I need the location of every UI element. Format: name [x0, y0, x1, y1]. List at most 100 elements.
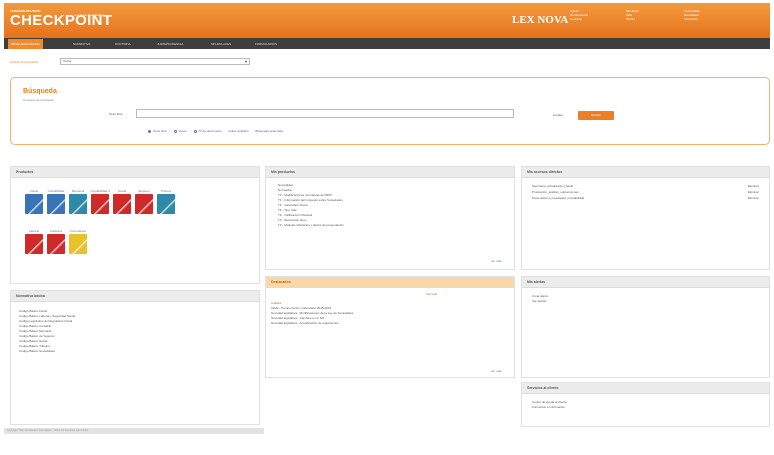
book-icon — [157, 194, 175, 214]
delete-link[interactable]: Eliminar — [748, 196, 759, 201]
search-button[interactable]: Buscar — [578, 111, 614, 120]
search-title: Búsqueda — [23, 88, 57, 95]
delete-link[interactable]: Eliminar — [748, 184, 759, 189]
list-item[interactable]: Ver alertas — [532, 299, 548, 304]
tab-normativa[interactable]: NORMATIVA — [70, 40, 93, 48]
scope-value: Todos — [63, 59, 72, 63]
novedades-list: Novedades Normativa TF - Modificaciones … — [278, 183, 344, 228]
more-link[interactable]: ver más — [491, 259, 502, 264]
book-icon — [25, 234, 43, 254]
product-item[interactable]: Laboral — [23, 229, 45, 254]
book-icon — [47, 234, 65, 254]
brand-subtitle: Lex Nova Atualizações — [74, 13, 105, 17]
list-item[interactable]: Formación e información — [532, 405, 567, 410]
shortcuts-panel: Mis accesos directos Seminario_actualiza… — [521, 166, 770, 270]
product-label: Mercantil — [71, 189, 85, 193]
radio-icon — [173, 129, 177, 133]
panel-title: Normativa básica — [11, 291, 259, 302]
product-item[interactable]: Formularios — [67, 229, 89, 254]
book-icon — [69, 194, 87, 214]
header-link[interactable]: Contacto — [570, 17, 588, 21]
product-item[interactable]: Mercantil — [67, 189, 89, 214]
novedades-panel: Mis productos Novedades Normativa TF - M… — [265, 166, 515, 270]
list-item[interactable]: TF - Modelos tributarios y plazos de pre… — [278, 223, 344, 228]
book-icon — [69, 234, 87, 254]
services-list: Centro de ayuda al cliente Formación e i… — [532, 400, 567, 410]
app-header: THOMSON REUTERS CHECKPOINT Lex Nova Atua… — [4, 3, 770, 38]
product-label: Social — [117, 189, 127, 193]
product-label: Tributos — [160, 189, 172, 193]
product-item[interactable]: Seguros — [133, 189, 155, 214]
more-link[interactable]: ver más — [491, 369, 502, 374]
product-item[interactable]: Social — [111, 189, 133, 214]
tab-jurisprudencia[interactable]: JURISPRUDENCIA — [154, 40, 186, 48]
destacados-list: Análisis Tabla - Tiempo fiscal y Calenda… — [271, 301, 353, 326]
book-icon — [47, 194, 65, 214]
product-label: Formularios — [70, 229, 86, 233]
search-options: Texto libre Voces Nº de documento Índice… — [148, 129, 289, 133]
tab-formularios[interactable]: FORMULARIOS — [252, 40, 280, 48]
delete-link[interactable]: Eliminar — [748, 190, 759, 195]
scope-label: Ámbito de búsqueda: — [10, 60, 39, 64]
destacados-panel: Destacados Ver todo Análisis Tabla - Tie… — [265, 276, 515, 378]
list-item[interactable]: Novedad legislativa - Actualización de r… — [271, 321, 353, 326]
product-label: Laboral — [28, 229, 39, 233]
tab-busqueda-rapida[interactable]: BÚSQUEDA RÁPIDA — [8, 39, 43, 49]
product-label: Contabilidad II — [90, 189, 110, 193]
product-label: Fiscal — [30, 189, 38, 193]
product-label: Auditoría — [49, 229, 62, 233]
panel-title: Servicios al cliente — [522, 383, 769, 394]
product-item[interactable]: Tributos — [155, 189, 177, 214]
main-nav: BÚSQUEDA RÁPIDA NORMATIVA DOCTRINA JURIS… — [4, 38, 770, 49]
tab-mis-enlaces[interactable]: MIS ENLACES — [208, 40, 234, 48]
clear-link[interactable]: Limpiar — [553, 113, 563, 117]
header-link[interactable]: Idioma — [626, 17, 639, 21]
services-panel: Servicios al cliente Centro de ayuda al … — [521, 382, 770, 427]
product-logo: LEX NOVA — [512, 14, 569, 26]
header-links-2: Mis datos Salir Idioma — [626, 9, 639, 21]
shortcut-item[interactable]: Seminario_actualizacion_fiscal — [532, 184, 573, 189]
product-item[interactable]: Fiscal — [23, 189, 45, 214]
chevron-down-icon: ▼ — [244, 59, 248, 64]
book-icon — [91, 194, 109, 214]
alerts-panel: Mis alertas Crear alerta Ver alertas — [521, 276, 770, 378]
panel-title: Mis productos — [266, 167, 514, 178]
radio-checked-icon — [148, 129, 151, 133]
header-link[interactable]: Formación — [684, 17, 699, 21]
panel-title: Destacados — [266, 277, 514, 288]
product-label: Contabilidad — [47, 189, 65, 193]
search-input[interactable] — [136, 109, 514, 118]
search-option[interactable]: Índice analítico — [229, 129, 249, 133]
search-option[interactable]: Búsqueda avanzada — [255, 129, 282, 133]
products-panel: Productos Fiscal Contabilidad Mercantil Con… — [10, 166, 260, 284]
book-icon — [135, 194, 153, 214]
book-icon — [113, 194, 131, 214]
search-option[interactable]: Nº de documento — [193, 129, 222, 133]
panel-title: Mis alertas — [522, 277, 769, 288]
search-label: Texto libre — [109, 112, 123, 116]
product-item[interactable]: Auditoría — [45, 229, 67, 254]
product-item[interactable]: Contabilidad — [45, 189, 67, 214]
product-label: Seguros — [138, 189, 150, 193]
radio-icon — [193, 129, 197, 133]
normativa-list: Código Básico Fiscal Código Básico Labor… — [19, 309, 75, 354]
search-panel: Búsqueda Consejos de búsqueda Texto libr… — [10, 77, 770, 145]
search-option[interactable]: Voces — [173, 129, 187, 133]
search-option[interactable]: Texto libre — [148, 129, 167, 133]
header-links-1: Ayuda Herramientas Contacto — [570, 9, 588, 21]
footer: Copyright Thomson Reuters Checkpoint · T… — [4, 428, 264, 434]
shortcut-item[interactable]: Producción_análisis_subvenciones — [532, 190, 579, 195]
view-all-link[interactable]: Ver todo — [426, 292, 437, 297]
scope-select[interactable]: Todos ▼ — [60, 58, 250, 65]
product-item[interactable]: Contabilidad II — [89, 189, 111, 214]
search-tips-link[interactable]: Consejos de búsqueda — [23, 98, 54, 102]
list-item[interactable]: Código Básico Sociedades — [19, 349, 75, 354]
panel-title: Mis accesos directos — [522, 167, 769, 178]
normativa-panel: Normativa básica Código Básico Fiscal Có… — [10, 290, 260, 425]
book-icon — [25, 194, 43, 214]
panel-title: Productos — [11, 167, 259, 178]
tab-doctrina[interactable]: DOCTRINA — [112, 40, 134, 48]
header-links-3: Comunidad Novedades Formación — [684, 9, 699, 21]
shortcut-item[interactable]: Presentación_novedades_Contabilidad — [532, 196, 584, 201]
alerts-list: Crear alerta Ver alertas — [532, 294, 548, 304]
